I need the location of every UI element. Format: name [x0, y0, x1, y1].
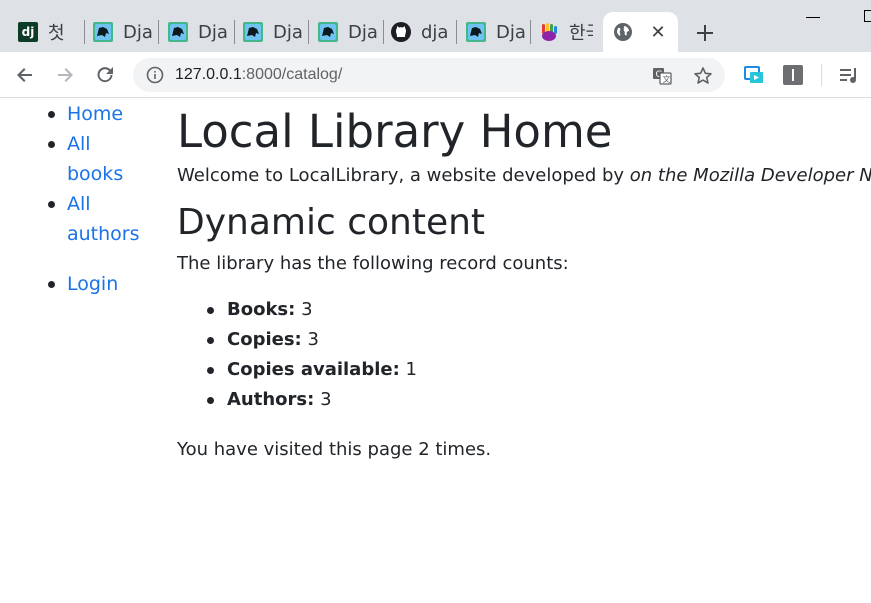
browser-tab[interactable]: Dja [243, 12, 303, 52]
browser-tab[interactable]: Dja [168, 12, 228, 52]
login-link[interactable]: Login [67, 273, 118, 295]
authors-count-item: Authors: 3 [207, 385, 871, 415]
copies-available-item: Copies available: 1 [207, 355, 871, 385]
tab-title: dja [421, 21, 449, 43]
copies-available-value: 1 [405, 359, 417, 380]
tab-separator [530, 20, 531, 44]
intro-paragraph: Welcome to LocalLibrary, a website devel… [177, 163, 871, 189]
copies-count-label: Copies: [227, 329, 302, 350]
tab-title: 한국 [569, 23, 593, 44]
reload-icon[interactable] [90, 60, 120, 90]
translate-icon[interactable]: G文 [651, 65, 673, 87]
extension-screen-capture-icon[interactable] [739, 60, 769, 90]
globe-icon [613, 22, 633, 42]
colorful-hand-icon [539, 22, 559, 42]
tab-strip: dj 첫 Dja Dja Dja Dja dja Dja 한 ✕ [0, 0, 871, 52]
close-tab-icon[interactable]: ✕ [646, 20, 670, 44]
bookmark-star-icon[interactable] [691, 64, 715, 88]
site-info-icon[interactable] [145, 65, 165, 85]
url-host: 127.0.0.1 [175, 66, 242, 83]
tab-title: Dja [496, 21, 526, 43]
minimize-window-icon[interactable] [806, 17, 820, 18]
sidebar-nav: Home All books All authors Login [48, 99, 147, 299]
tab-title: Dja [198, 21, 228, 43]
sidebar-item-login: Login [48, 269, 147, 299]
django-dj-icon: dj [18, 22, 38, 42]
books-count-item: Books: 3 [207, 295, 871, 325]
page-title: Local Library Home [177, 105, 613, 158]
browser-tab[interactable]: Dja [466, 12, 526, 52]
all-authors-link[interactable]: All authors [67, 193, 140, 245]
web-page: Home All books All authors Login Local L… [0, 99, 871, 603]
browser-tab[interactable]: Dja [93, 12, 153, 52]
url-path: :8000/catalog/ [241, 66, 343, 83]
record-counts-intro: The library has the following record cou… [177, 253, 569, 274]
extension-reader-icon[interactable] [778, 60, 808, 90]
intro-emphasis: on the Mozilla Developer Network [629, 165, 871, 186]
django-pony-icon [243, 22, 263, 42]
tab-title: Dja [273, 21, 303, 43]
tab-separator [234, 20, 235, 44]
tab-separator [308, 20, 309, 44]
home-link[interactable]: Home [67, 103, 123, 125]
browser-tab[interactable]: Dja [318, 12, 378, 52]
svg-text:文: 文 [663, 74, 671, 84]
forward-icon[interactable] [50, 60, 80, 90]
sidebar-item-all-books: All books [48, 129, 147, 189]
copies-count-value: 3 [307, 329, 319, 350]
copies-count-item: Copies: 3 [207, 325, 871, 355]
new-tab-icon[interactable] [690, 18, 720, 48]
github-icon [391, 22, 411, 42]
all-books-link[interactable]: All books [67, 133, 123, 185]
media-control-icon[interactable] [834, 60, 864, 90]
tab-title: Dja [123, 21, 153, 43]
visit-count-text: You have visited this page 2 times. [177, 439, 492, 460]
browser-toolbar: 127.0.0.1:8000/catalog/ G文 [0, 52, 871, 98]
books-count-label: Books: [227, 299, 296, 320]
tab-separator [383, 20, 384, 44]
browser-tab[interactable]: 한국 [539, 12, 599, 52]
url-text[interactable]: 127.0.0.1:8000/catalog/ [175, 65, 342, 85]
record-counts-list: Books: 3 Copies: 3 Copies available: 1 A… [207, 295, 871, 415]
back-icon[interactable] [10, 60, 40, 90]
main-content: Local Library Home Welcome to LocalLibra… [177, 99, 871, 463]
tab-title: Dja [348, 21, 378, 43]
tab-separator [456, 20, 457, 44]
browser-tab[interactable]: dja [391, 12, 451, 52]
sidebar-item-home: Home [48, 99, 147, 129]
sidebar-item-all-authors: All authors [48, 189, 147, 249]
browser-tab[interactable]: dj 첫 [18, 12, 78, 52]
toolbar-separator [821, 64, 822, 86]
intro-text: Welcome to LocalLibrary, a website devel… [177, 165, 630, 186]
copies-available-label: Copies available: [227, 359, 400, 380]
tab-title: 첫 [48, 23, 65, 44]
django-pony-icon [168, 22, 188, 42]
authors-count-value: 3 [320, 389, 332, 410]
tab-separator [84, 20, 85, 44]
authors-count-label: Authors: [227, 389, 315, 410]
dynamic-content-heading: Dynamic content [177, 202, 486, 243]
maximize-window-icon[interactable] [864, 10, 871, 22]
django-pony-icon [318, 22, 338, 42]
address-bar[interactable]: 127.0.0.1:8000/catalog/ G文 [133, 58, 725, 92]
tab-separator [158, 20, 159, 44]
django-pony-icon [93, 22, 113, 42]
books-count-value: 3 [301, 299, 313, 320]
django-pony-icon [466, 22, 486, 42]
